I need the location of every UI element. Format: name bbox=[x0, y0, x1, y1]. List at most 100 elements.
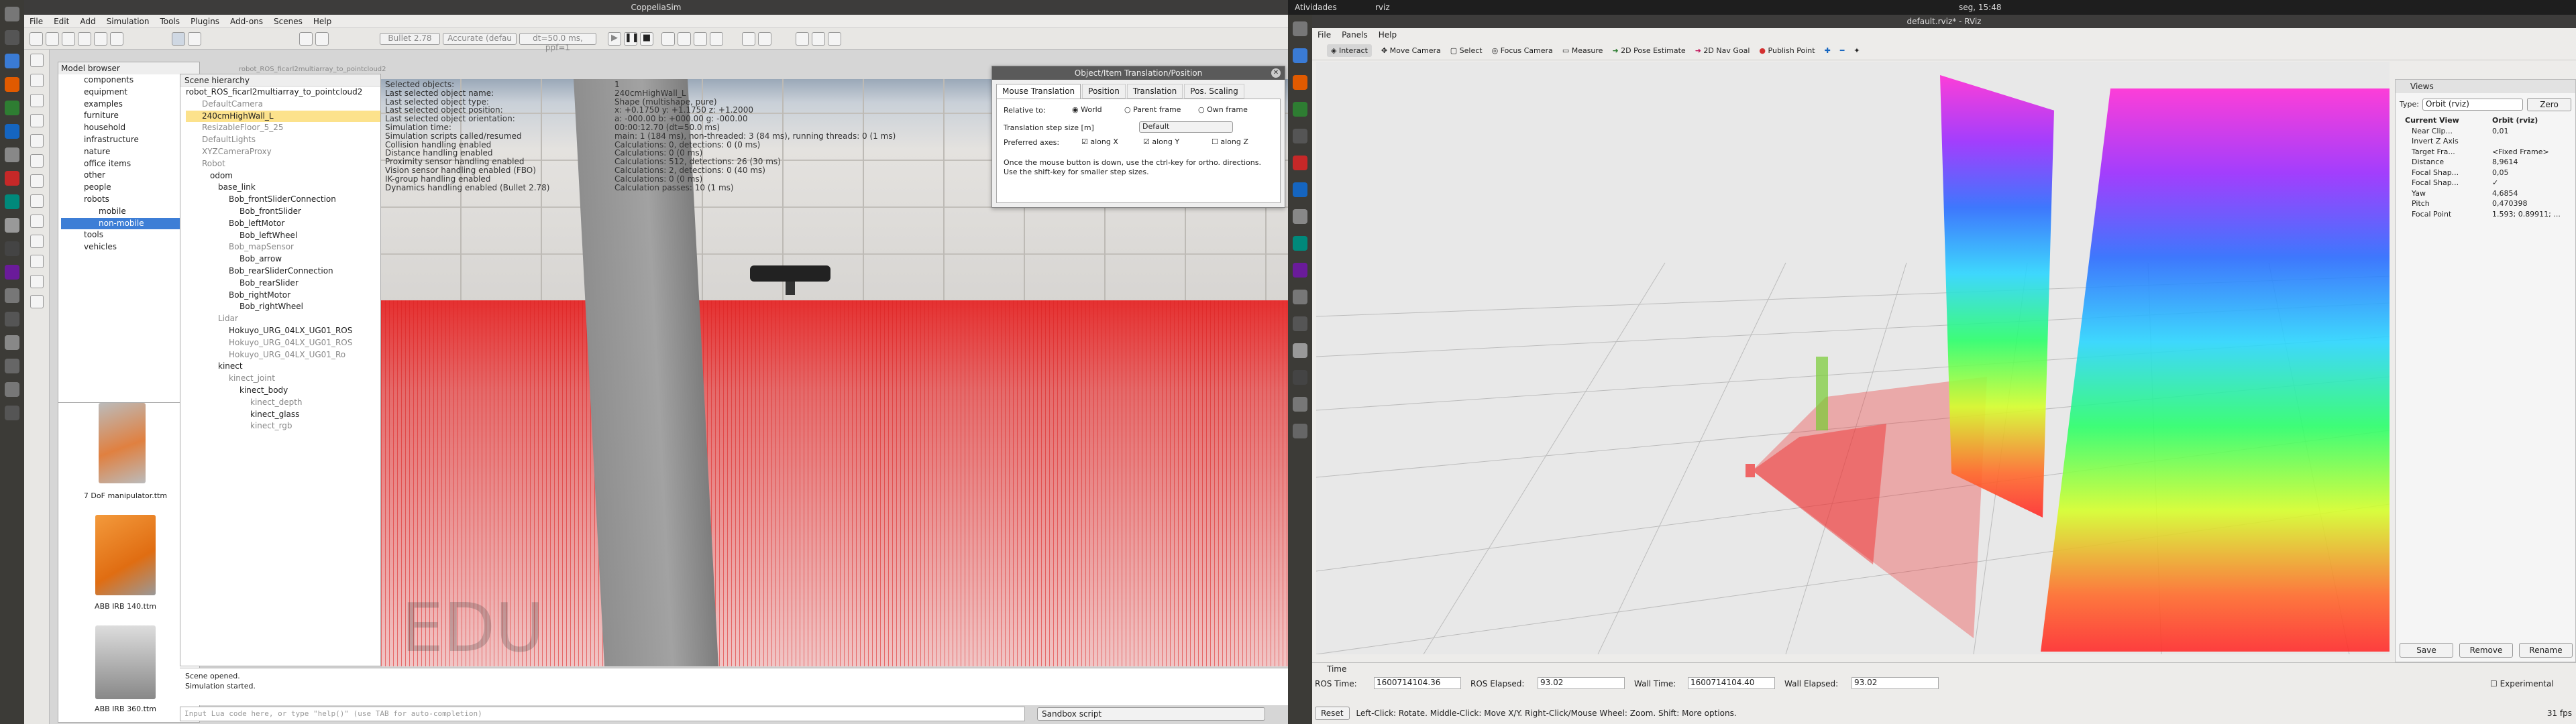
menu-file[interactable]: File bbox=[24, 17, 48, 26]
view-prop-row[interactable]: Distance 8,9614 bbox=[2398, 158, 2574, 168]
view-prop-row[interactable]: Current View Orbit (rviz) bbox=[2398, 116, 2574, 127]
dock-app-icon[interactable] bbox=[5, 218, 19, 233]
plus-icon[interactable]: ✚ bbox=[1825, 46, 1831, 55]
folder-item[interactable]: components bbox=[61, 74, 199, 86]
eye-icon[interactable] bbox=[796, 32, 809, 46]
view-prop-row[interactable]: Focal Point 1.593; 0.89911; ... bbox=[2398, 210, 2574, 221]
dock-app-icon[interactable] bbox=[5, 406, 19, 420]
dock-app-icon[interactable] bbox=[5, 194, 19, 209]
dock-app-icon[interactable] bbox=[1293, 424, 1307, 438]
dock-app-icon[interactable] bbox=[1293, 236, 1307, 251]
dock-app-icon[interactable] bbox=[1293, 48, 1307, 63]
view-prop-row[interactable]: Pitch 0,470398 bbox=[2398, 199, 2574, 210]
tab-position[interactable]: Position bbox=[1082, 84, 1126, 99]
experimental-checkbox[interactable]: ☐ Experimental bbox=[2490, 679, 2554, 688]
scene-item[interactable]: Bob_rearSliderConnection bbox=[186, 265, 380, 278]
dock-app-icon[interactable] bbox=[5, 101, 19, 115]
faster-button[interactable] bbox=[694, 32, 707, 46]
dock-app-icon[interactable] bbox=[1293, 290, 1307, 304]
folder-item[interactable]: other bbox=[61, 170, 199, 182]
scene-item[interactable]: Robot bbox=[186, 158, 380, 170]
start-simulation-button[interactable]: ▶ bbox=[608, 32, 621, 46]
dock-app-icon[interactable] bbox=[5, 382, 19, 397]
tool-options-icon[interactable]: ✦ bbox=[1854, 46, 1860, 55]
tool-interact[interactable]: ◈ Interact bbox=[1327, 44, 1372, 57]
lua-command-input[interactable]: Input Lua code here, or type "help()" (u… bbox=[180, 707, 1025, 721]
ros-elapsed-field[interactable]: 93.02 bbox=[1538, 677, 1625, 689]
dock-app-icon[interactable] bbox=[1293, 102, 1307, 117]
folder-item-selected[interactable]: non-mobile bbox=[61, 217, 199, 230]
tool-2d-nav-goal[interactable]: ➜ 2D Nav Goal bbox=[1695, 46, 1750, 55]
scene-item-selected[interactable]: 240cmHighWall_L bbox=[186, 110, 380, 123]
object-shift-button[interactable] bbox=[172, 32, 185, 46]
redo-button[interactable] bbox=[315, 32, 329, 46]
dock-app-icon[interactable] bbox=[5, 171, 19, 186]
camera-zoom-button[interactable] bbox=[78, 32, 91, 46]
rename-button[interactable]: Rename bbox=[2519, 643, 2573, 658]
dock-app-icon[interactable] bbox=[5, 77, 19, 92]
scene-selector-button[interactable] bbox=[742, 32, 755, 46]
tool-publish-point[interactable]: ● Publish Point bbox=[1759, 46, 1815, 55]
undo-button[interactable] bbox=[299, 32, 313, 46]
user-settings-button[interactable] bbox=[30, 295, 44, 308]
dock-app-icon[interactable] bbox=[1293, 370, 1307, 385]
camera-fit-button[interactable] bbox=[110, 32, 123, 46]
menu-help[interactable]: Help bbox=[1373, 30, 1402, 40]
dock-app-icon[interactable] bbox=[1293, 156, 1307, 170]
scene-item[interactable]: Bob_frontSliderConnection bbox=[186, 194, 380, 206]
dock-app-icon[interactable] bbox=[1293, 75, 1307, 90]
model-thumbnail[interactable]: ABB IRB 140.ttm bbox=[78, 508, 172, 615]
folder-item[interactable]: equipment bbox=[61, 86, 199, 99]
tool-move-camera[interactable]: ✥ Move Camera bbox=[1381, 46, 1441, 55]
layers-toggle[interactable] bbox=[30, 275, 44, 288]
dock-app-icon[interactable] bbox=[1293, 397, 1307, 412]
zero-button[interactable]: Zero bbox=[2527, 98, 2571, 111]
menu-simulation[interactable]: Simulation bbox=[101, 17, 155, 26]
menu-tools[interactable]: Tools bbox=[155, 17, 186, 26]
menu-help[interactable]: Help bbox=[308, 17, 337, 26]
save-button[interactable]: Save bbox=[2400, 643, 2453, 658]
scene-item[interactable]: Hokuyo_URG_04LX_UG01_Ro bbox=[186, 349, 380, 361]
scene-item[interactable]: odom bbox=[186, 170, 380, 182]
radio-parent-frame[interactable]: ○ Parent frame bbox=[1124, 105, 1181, 114]
dock-app-icon[interactable] bbox=[5, 288, 19, 303]
simulation-settings-button[interactable] bbox=[30, 54, 44, 67]
dock-app-icon[interactable] bbox=[5, 147, 19, 162]
layers-button[interactable] bbox=[812, 32, 825, 46]
minus-icon[interactable]: ━ bbox=[1840, 46, 1845, 55]
checkbox-along-x[interactable]: ☑ along X bbox=[1081, 137, 1118, 146]
folder-item[interactable]: tools bbox=[61, 229, 199, 241]
menu-panels[interactable]: Panels bbox=[1336, 30, 1373, 40]
scene-item[interactable]: XYZCameraProxy bbox=[186, 146, 380, 158]
tool-focus-camera[interactable]: ◎ Focus Camera bbox=[1492, 46, 1553, 55]
folder-item[interactable]: office items bbox=[61, 158, 199, 170]
scene-item[interactable]: kinect bbox=[186, 361, 380, 373]
scene-item[interactable]: DefaultLights bbox=[186, 134, 380, 146]
stop-simulation-button[interactable]: ■ bbox=[640, 32, 653, 46]
folder-item[interactable]: furniture bbox=[61, 110, 199, 122]
dock-app-icon[interactable] bbox=[1293, 129, 1307, 143]
tab-pos-scaling[interactable]: Pos. Scaling bbox=[1184, 84, 1244, 99]
collision-button[interactable] bbox=[30, 114, 44, 127]
scene-item[interactable]: ResizableFloor_5_25 bbox=[186, 122, 380, 134]
view-prop-row[interactable]: Target Fra... <Fixed Frame> bbox=[2398, 147, 2574, 158]
scene-tab[interactable]: robot_ROS_ficarl2multiarray_to_pointclou… bbox=[239, 66, 393, 75]
threaded-rendering-button[interactable] bbox=[710, 32, 723, 46]
slower-button[interactable] bbox=[678, 32, 691, 46]
scene-item[interactable]: Bob_frontSlider bbox=[186, 206, 380, 218]
dock-app-icon[interactable] bbox=[5, 54, 19, 68]
dock-app-icon[interactable] bbox=[1293, 209, 1307, 224]
ik-button[interactable] bbox=[30, 154, 44, 168]
tool-measure[interactable]: ▭ Measure bbox=[1562, 46, 1603, 55]
camera-angle-button[interactable] bbox=[94, 32, 107, 46]
dock-app-icon[interactable] bbox=[5, 359, 19, 373]
dock-app-icon[interactable] bbox=[5, 241, 19, 256]
realtime-button[interactable] bbox=[661, 32, 675, 46]
object-rotate-button[interactable] bbox=[188, 32, 201, 46]
radio-world[interactable]: ◉ World bbox=[1072, 105, 1102, 114]
dock-app-icon[interactable] bbox=[5, 312, 19, 326]
scene-item[interactable]: Lidar bbox=[186, 313, 380, 325]
dock-app-icon[interactable] bbox=[5, 7, 19, 21]
dock-app-icon[interactable] bbox=[5, 30, 19, 45]
physics-button[interactable] bbox=[30, 74, 44, 87]
